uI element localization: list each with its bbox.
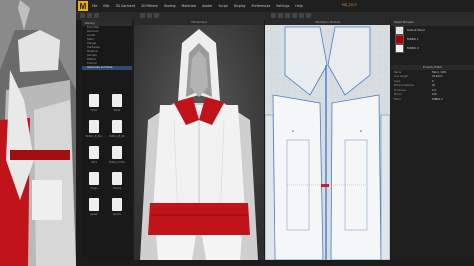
fabric-list-item[interactable]: FABRIC 2	[391, 44, 474, 53]
menu-file[interactable]: File	[92, 4, 97, 8]
property-row[interactable]: Fabric FABRIC 2	[391, 97, 474, 102]
library-item[interactable]: Hoodie	[107, 172, 127, 196]
library-tree-item-selected[interactable]: Garments and Rose	[82, 66, 132, 70]
property-key: Layer	[394, 79, 401, 83]
sewing-tool-button[interactable]	[299, 13, 304, 18]
property-value[interactable]: 100	[432, 93, 437, 96]
menu-edit[interactable]: Edit	[103, 4, 109, 8]
library-item[interactable]: Button_B_Rou	[84, 120, 104, 144]
menu-3d-garment[interactable]: 3D Garment	[116, 4, 136, 8]
app-logo-icon[interactable]: M	[78, 1, 88, 11]
library-item[interactable]: Pants	[107, 94, 127, 118]
tack-tool-button[interactable]	[154, 13, 159, 18]
library-item[interactable]: Shirt	[84, 146, 104, 170]
library-item-caption: Sports	[113, 213, 121, 216]
right-side-panel: Object Browser Default Fabric FABRIC 1 F…	[391, 20, 474, 260]
garment-thumbnail	[112, 198, 122, 211]
property-value[interactable]: 20	[432, 84, 435, 87]
library-item[interactable]: Jacket	[84, 198, 104, 222]
fabric-swatch	[395, 26, 404, 35]
menu-display[interactable]: Display	[234, 4, 246, 8]
pattern-pieces-canvas	[265, 25, 390, 260]
property-value[interactable]: Fabric_1201	[432, 71, 446, 74]
menu-materials[interactable]: Materials	[182, 4, 197, 8]
library-item-caption: Tshirt	[90, 109, 98, 112]
fabric-list-item[interactable]: Default Fabric	[391, 26, 474, 35]
property-key: Line Length	[394, 75, 408, 79]
property-value[interactable]: 1.0	[432, 89, 436, 92]
menu-help[interactable]: Help	[295, 4, 302, 8]
library-item-caption: Jacket	[90, 213, 98, 216]
fold-tool-button[interactable]	[147, 13, 152, 18]
library-item-caption: Shirt	[91, 161, 97, 164]
screen: M File Edit 3D Garment 2D Pattern Sewing…	[0, 0, 474, 266]
garment-thumbnail	[89, 146, 99, 159]
fabric-swatch	[395, 44, 404, 53]
2d-pattern-window[interactable]: 2D Pattern Window	[265, 20, 390, 260]
pattern-edit-tool-button[interactable]	[271, 13, 276, 18]
window-title: MD_2013	[342, 3, 357, 7]
seam-tool-button[interactable]	[306, 13, 311, 18]
library-item-caption: Hoodie	[112, 187, 122, 190]
reference-artwork	[0, 0, 76, 266]
move-tool-button[interactable]	[87, 13, 92, 18]
property-value[interactable]: 32.49cm	[432, 75, 443, 78]
avatar-garment-render	[134, 25, 264, 260]
property-key: Shrink	[394, 93, 402, 97]
assassin-reference-image	[0, 0, 76, 266]
3d-garment-viewport[interactable]: 3D Garment	[134, 20, 264, 260]
rectangle-tool-button[interactable]	[285, 13, 290, 18]
library-item[interactable]: Button_B_Sh	[107, 120, 127, 144]
library-tree: Favorites Garment Avatar Fabric Hanger H…	[82, 26, 132, 70]
menu-script[interactable]: Script	[219, 4, 228, 8]
library-item-caption: Cargo	[90, 187, 98, 190]
library-panel: Library Favorites Garment Avatar Fabric …	[82, 20, 132, 260]
library-item-caption: Button_B_Sh	[109, 135, 125, 138]
garment-thumbnail	[112, 120, 122, 133]
garment-thumbnail	[89, 198, 99, 211]
property-value[interactable]: 0	[432, 80, 434, 83]
marvelous-designer-window: M File Edit 3D Garment 2D Pattern Sewing…	[76, 0, 474, 266]
garment-thumbnail	[89, 94, 99, 107]
circle-tool-button[interactable]	[292, 13, 297, 18]
garment-thumbnail	[89, 172, 99, 185]
fabric-name: FABRIC 2	[407, 47, 419, 50]
toolbar	[76, 12, 474, 20]
menu-sewing[interactable]: Sewing	[164, 4, 176, 8]
fabric-name: FABRIC 1	[407, 38, 419, 41]
simulate-button[interactable]	[94, 13, 99, 18]
fabric-swatch	[395, 35, 404, 44]
property-key: Fabric	[394, 97, 402, 101]
library-item-caption: Pants	[113, 109, 121, 112]
select-tool-button[interactable]	[80, 13, 85, 18]
menu-settings[interactable]: Settings	[276, 4, 289, 8]
menu-avatar[interactable]: Avatar	[202, 4, 212, 8]
fabric-list-item[interactable]: FABRIC 1	[391, 35, 474, 44]
menu-bar: M File Edit 3D Garment 2D Pattern Sewing…	[76, 0, 474, 12]
garment-thumbnail	[89, 120, 99, 133]
property-key: Name	[394, 70, 402, 74]
garment-thumbnail	[112, 146, 122, 159]
library-item-caption: Button_B_Rou	[85, 135, 103, 138]
property-key: Particle Distance	[394, 84, 415, 88]
menu-preferences[interactable]: Preferences	[252, 4, 271, 8]
library-item[interactable]: Tshirt	[84, 94, 104, 118]
library-item[interactable]: Cargo	[84, 172, 104, 196]
polygon-tool-button[interactable]	[278, 13, 283, 18]
pin-tool-button[interactable]	[140, 13, 145, 18]
library-item[interactable]: Sports	[107, 198, 127, 222]
garment-thumbnail	[112, 94, 122, 107]
svg-text:M: M	[80, 2, 87, 11]
library-item-caption: Button_Folde	[109, 161, 125, 164]
property-key: Thickness	[394, 88, 406, 92]
library-item[interactable]: Button_Folde	[107, 146, 127, 170]
garment-thumbnail	[112, 172, 122, 185]
menu-2d-pattern[interactable]: 2D Pattern	[141, 4, 158, 8]
fabric-name: Default Fabric	[407, 29, 426, 32]
property-value[interactable]: FABRIC 2	[432, 98, 443, 101]
